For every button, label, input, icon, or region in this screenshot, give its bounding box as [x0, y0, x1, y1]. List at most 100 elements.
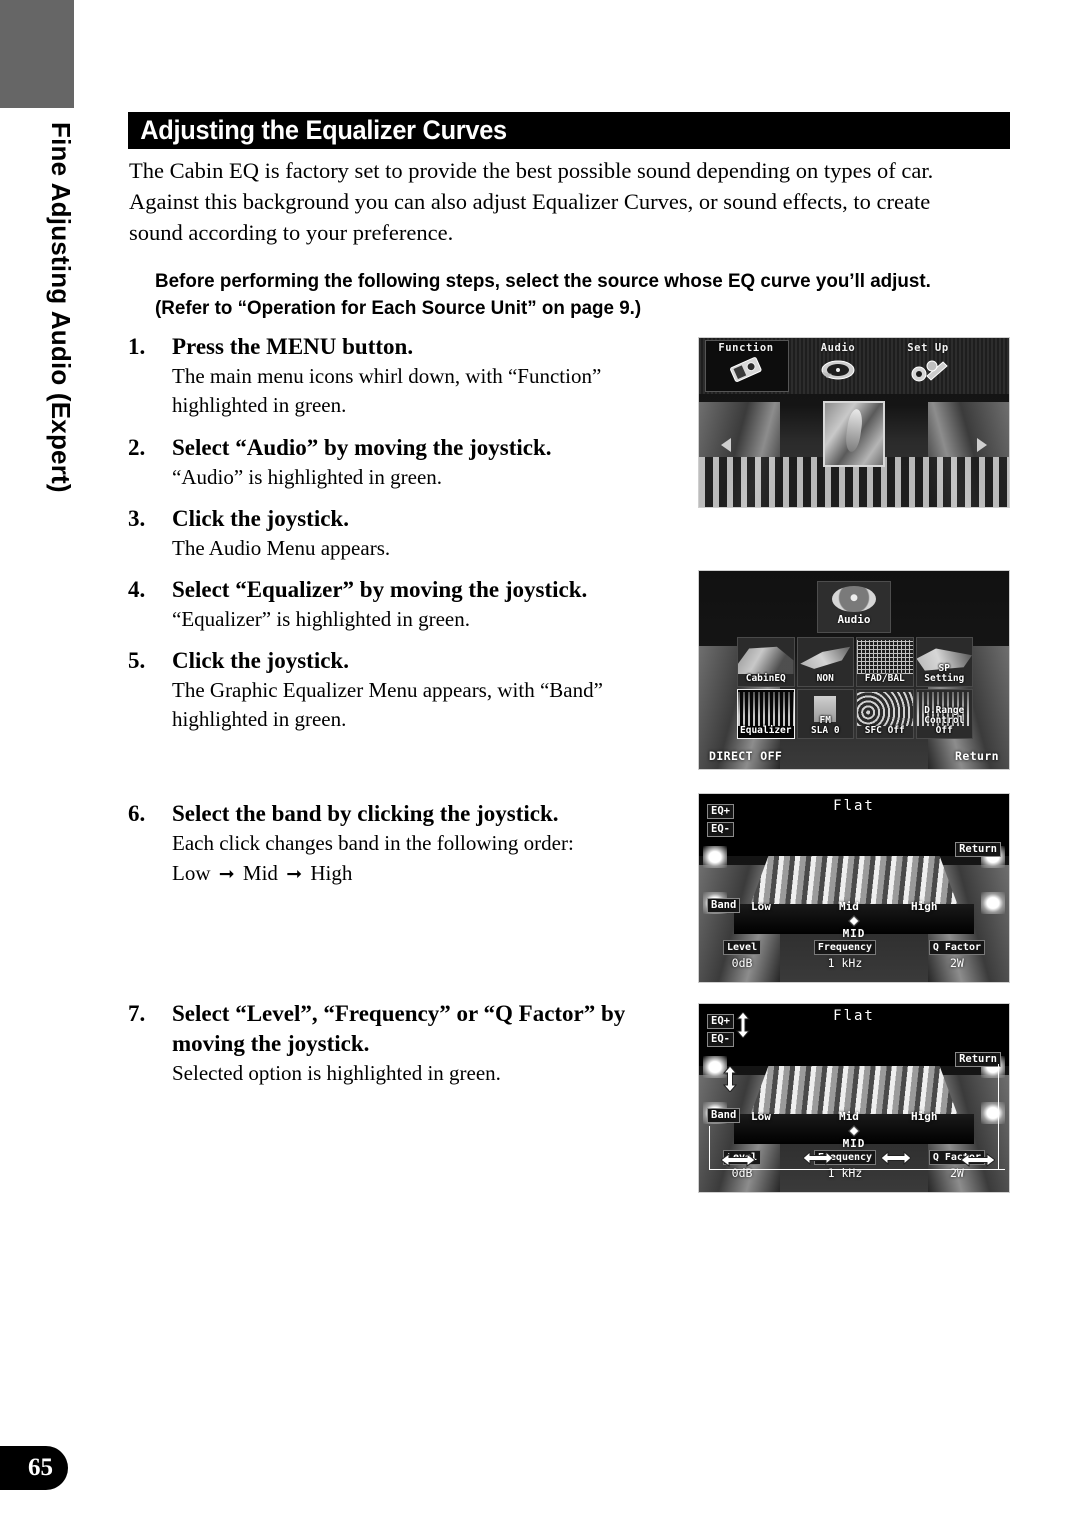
- speaker-disc-icon: [821, 360, 855, 380]
- eq-param-level-name: Level: [723, 940, 762, 955]
- audio-menu-cell-loudness[interactable]: NON: [796, 637, 854, 687]
- eq-param-qfactor[interactable]: Q Factor 2W: [928, 940, 985, 970]
- step-5-number: 5.: [128, 648, 146, 673]
- sfc-icon: [857, 692, 913, 726]
- center-album-art: [823, 401, 885, 467]
- step-2-body: “Audio” is highlighted in green.: [172, 465, 443, 489]
- fader-balance-icon: [857, 640, 913, 674]
- eq-band-button[interactable]: Band: [707, 1108, 741, 1123]
- eq-plus-label[interactable]: EQ+: [707, 804, 734, 819]
- step-4-title: Select “Equalizer” by moving the joystic…: [172, 577, 588, 602]
- prerequisite-note-line-2: (Refer to “Operation for Each Source Uni…: [155, 297, 642, 319]
- eq-param-level[interactable]: Level 0dB: [723, 940, 762, 970]
- step-1-body: The main menu icons whirl down, with “Fu…: [172, 364, 602, 417]
- step-3-number: 3.: [128, 506, 146, 531]
- step-7: 7. Select “Level”, “Frequency” or “Q Fac…: [128, 999, 688, 1088]
- step-1-number: 1.: [128, 334, 146, 359]
- audio-menu-cell-cabin-eq-label: CabinEQ: [745, 673, 786, 684]
- eq-param-qfactor-name: Q Factor: [928, 940, 985, 955]
- band-order-mid: Mid: [242, 861, 278, 885]
- eq-current-band-label: MID: [842, 927, 866, 940]
- main-menu-item-audio[interactable]: Audio: [795, 342, 881, 384]
- left-arrow-icon: [721, 438, 731, 452]
- page-number-tab: 65: [0, 1446, 68, 1490]
- audio-menu-cell-fad-bal[interactable]: FAD/BAL: [856, 637, 914, 687]
- audio-menu-header-label: Audio: [837, 613, 871, 626]
- main-menu-item-function-label: Function: [718, 342, 774, 354]
- step-2: 2. Select “Audio” by moving the joystick…: [128, 433, 688, 492]
- screenshot-audio-menu: Audio CabinEQ NON FAD/BAL SP Setting Equ…: [698, 570, 1010, 770]
- left-light-icon: [703, 846, 727, 868]
- step-4-body: “Equalizer” is highlighted in green.: [172, 607, 470, 631]
- joystick-up-down-arrow-icon: [735, 1012, 751, 1038]
- eq-band-high-label: High: [911, 1110, 938, 1123]
- step-5-title: Click the joystick.: [172, 648, 349, 673]
- screenshot-graphic-eq-navigation: Flat EQ+ EQ- Band Return Low Mid High MI…: [698, 1003, 1010, 1193]
- eq-band-button[interactable]: Band: [707, 898, 741, 913]
- eq-band-low-label: Low: [751, 900, 771, 913]
- eq-param-level-value: 0dB: [731, 956, 753, 970]
- eq-return-button[interactable]: Return: [955, 1052, 1001, 1067]
- eq-minus-label[interactable]: EQ-: [707, 822, 734, 837]
- band-connector-line: [709, 1126, 1005, 1170]
- audio-menu-cell-sp-setting[interactable]: SP Setting: [915, 637, 973, 687]
- return-button-label[interactable]: Return: [955, 749, 999, 763]
- audio-menu-grid: CabinEQ NON FAD/BAL SP Setting Equalizer: [737, 637, 973, 739]
- audio-menu-cell-loudness-label: NON: [816, 673, 834, 684]
- band-order-low: Low: [172, 861, 211, 885]
- main-menu-item-setup[interactable]: Set Up: [885, 342, 971, 384]
- audio-menu-header: Audio: [817, 581, 891, 633]
- audio-menu-cell-dynamic-range-label: D.Range Control Off: [924, 705, 965, 736]
- eq-plus-label[interactable]: EQ+: [707, 1014, 734, 1029]
- procedure-steps: 1. Press the MENU button. The main menu …: [128, 332, 688, 1088]
- remote-control-icon: [730, 357, 762, 382]
- audio-menu-cell-source-level[interactable]: FM SLA 0: [796, 689, 854, 739]
- eq-param-frequency-value: 1 kHz: [827, 956, 863, 970]
- eq-curve-name: Flat: [833, 798, 875, 814]
- chapter-side-tab-label: Fine Adjusting Audio (Expert): [46, 122, 76, 493]
- eq-param-qfactor-value: 2W: [949, 956, 964, 970]
- step-7-number: 7.: [128, 1001, 146, 1026]
- loudness-icon: [800, 646, 851, 669]
- car-cabin-icon: [738, 646, 794, 674]
- step-6-title: Select the band by clicking the joystick…: [172, 801, 559, 826]
- band-order-high: High: [310, 861, 353, 885]
- screenshot-main-menu: Function Audio Set Up: [698, 337, 1010, 508]
- step-4-number: 4.: [128, 577, 146, 602]
- eq-return-button[interactable]: Return: [955, 842, 1001, 857]
- equalizer-bars-icon: [738, 692, 794, 726]
- eq-band-high-label: High: [911, 900, 938, 913]
- step-6-band-order: Low ➞ Mid ➞ High: [172, 858, 688, 890]
- right-light-icon: [981, 1102, 1005, 1124]
- step-1: 1. Press the MENU button. The main menu …: [128, 332, 688, 420]
- eq-minus-label[interactable]: EQ-: [707, 1032, 734, 1047]
- page-number: 65: [28, 1454, 53, 1481]
- section-title-bar: Adjusting the Equalizer Curves: [128, 112, 1010, 149]
- step-5-body: The Graphic Equalizer Menu appears, with…: [172, 678, 603, 731]
- audio-menu-cell-dynamic-range[interactable]: D.Range Control Off: [915, 689, 973, 739]
- step-6-number: 6.: [128, 801, 146, 826]
- audio-menu-cell-equalizer-label: Equalizer: [740, 725, 792, 736]
- step-7-body: Selected option is highlighted in green.: [172, 1061, 501, 1085]
- corner-gray-block: [0, 0, 74, 108]
- step-3-body: The Audio Menu appears.: [172, 536, 391, 560]
- eq-band-mid-label: Mid: [839, 1110, 859, 1123]
- chapter-side-tab: Fine Adjusting Audio (Expert): [30, 118, 90, 508]
- eq-param-frequency[interactable]: Frequency 1 kHz: [813, 940, 877, 970]
- main-menu-item-function[interactable]: Function: [703, 342, 789, 384]
- audio-menu-cell-fad-bal-label: FAD/BAL: [864, 673, 905, 684]
- audio-menu-cell-sfc[interactable]: SFC Off: [856, 689, 914, 739]
- audio-menu-cell-sp-setting-label: SP Setting: [924, 663, 965, 684]
- audio-menu-cell-equalizer[interactable]: Equalizer: [737, 689, 795, 739]
- audio-menu-cell-source-level-label: FM SLA 0: [810, 715, 840, 736]
- speaker-disc-icon: [832, 586, 876, 612]
- audio-menu-cell-cabin-eq[interactable]: CabinEQ: [737, 637, 795, 687]
- step-4: 4. Select “Equalizer” by moving the joys…: [128, 575, 688, 634]
- step-6-body: Each click changes band in the following…: [172, 831, 574, 855]
- page-title: Adjusting the Equalizer Curves: [140, 115, 507, 145]
- step-2-number: 2.: [128, 435, 146, 460]
- joystick-vertical-arrow-icon: [723, 1066, 737, 1092]
- main-menu-item-setup-label: Set Up: [907, 342, 949, 354]
- direct-status-label[interactable]: DIRECT OFF: [709, 749, 782, 763]
- step-5: 5. Click the joystick. The Graphic Equal…: [128, 646, 688, 734]
